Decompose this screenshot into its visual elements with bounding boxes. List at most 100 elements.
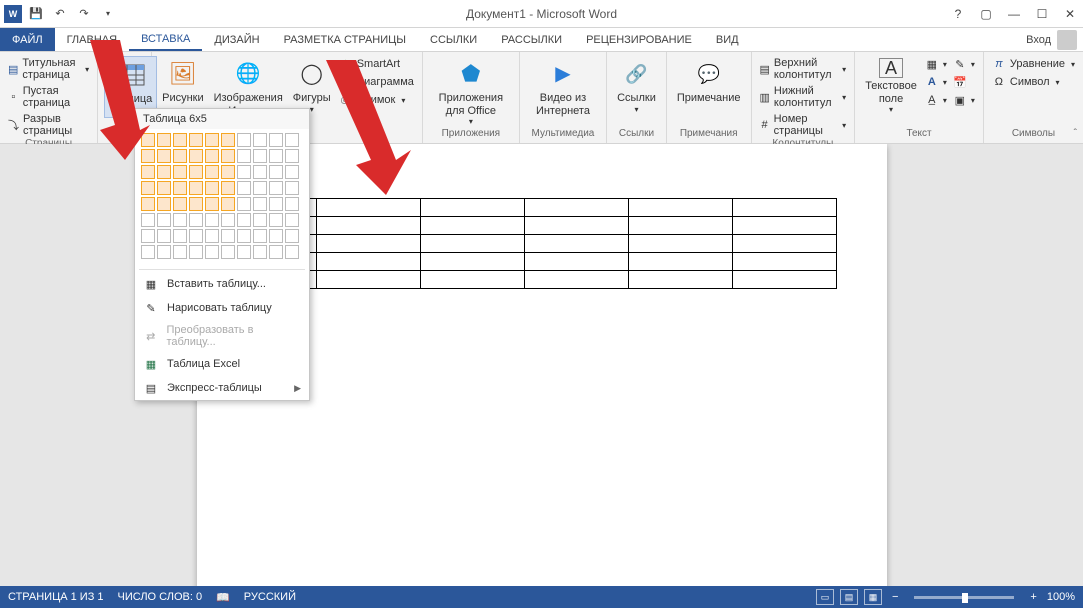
grid-cell[interactable] — [237, 197, 251, 211]
grid-cell[interactable] — [221, 149, 235, 163]
insert-table-item[interactable]: ▦Вставить таблицу... — [135, 272, 309, 296]
grid-cell[interactable] — [141, 133, 155, 147]
grid-cell[interactable] — [157, 197, 171, 211]
grid-cell[interactable] — [189, 133, 203, 147]
grid-cell[interactable] — [269, 181, 283, 195]
grid-cell[interactable] — [157, 213, 171, 227]
screenshot-button[interactable]: ⎙Снимок▾ — [337, 92, 416, 108]
collapse-ribbon-icon[interactable]: ˆ — [1074, 128, 1077, 139]
grid-cell[interactable] — [237, 133, 251, 147]
grid-cell[interactable] — [253, 133, 267, 147]
grid-cell[interactable] — [221, 213, 235, 227]
grid-cell[interactable] — [173, 213, 187, 227]
grid-cell[interactable] — [205, 133, 219, 147]
grid-cell[interactable] — [237, 181, 251, 195]
grid-cell[interactable] — [173, 229, 187, 243]
grid-cell[interactable] — [189, 213, 203, 227]
shapes-button[interactable]: ◯Фигуры▾ — [289, 56, 335, 116]
tab-review[interactable]: РЕЦЕНЗИРОВАНИЕ — [574, 28, 704, 51]
comment-button[interactable]: 💬Примечание — [673, 56, 745, 107]
redo-button[interactable]: ↷ — [74, 4, 94, 24]
grid-cell[interactable] — [253, 165, 267, 179]
zoom-out-button[interactable]: − — [888, 591, 902, 603]
quickparts-button[interactable]: ▦▾ — [923, 56, 949, 72]
zoom-slider[interactable] — [914, 596, 1014, 599]
object-button[interactable]: ▣▾ — [951, 92, 977, 108]
status-spellcheck-icon[interactable]: 📖 — [216, 591, 230, 604]
apps-button[interactable]: ⬟Приложения для Office▾ — [429, 56, 513, 128]
close-button[interactable]: ✕ — [1057, 4, 1083, 24]
save-button[interactable]: 💾 — [26, 4, 46, 24]
excel-table-item[interactable]: ▦Таблица Excel — [135, 352, 309, 376]
grid-cell[interactable] — [141, 149, 155, 163]
grid-cell[interactable] — [189, 245, 203, 259]
symbol-button[interactable]: ΩСимвол▾ — [990, 74, 1077, 90]
tab-view[interactable]: ВИД — [704, 28, 751, 51]
grid-cell[interactable] — [253, 181, 267, 195]
grid-cell[interactable] — [269, 133, 283, 147]
grid-cell[interactable] — [237, 245, 251, 259]
grid-cell[interactable] — [253, 245, 267, 259]
grid-cell[interactable] — [157, 229, 171, 243]
zoom-in-button[interactable]: + — [1026, 591, 1040, 603]
dropcap-button[interactable]: A̲▾ — [923, 92, 949, 108]
grid-cell[interactable] — [205, 213, 219, 227]
grid-cell[interactable] — [253, 197, 267, 211]
draw-table-item[interactable]: ✎Нарисовать таблицу — [135, 296, 309, 320]
grid-cell[interactable] — [285, 181, 299, 195]
grid-cell[interactable] — [189, 181, 203, 195]
grid-cell[interactable] — [173, 133, 187, 147]
grid-cell[interactable] — [189, 149, 203, 163]
grid-cell[interactable] — [285, 165, 299, 179]
grid-cell[interactable] — [141, 165, 155, 179]
grid-cell[interactable] — [141, 197, 155, 211]
grid-cell[interactable] — [237, 213, 251, 227]
datetime-button[interactable]: 📅 — [951, 74, 977, 90]
tab-mailings[interactable]: РАССЫЛКИ — [489, 28, 574, 51]
status-language[interactable]: РУССКИЙ — [244, 591, 296, 603]
pictures-button[interactable]: 🖼Рисунки — [158, 56, 208, 107]
grid-cell[interactable] — [285, 197, 299, 211]
cover-page-button[interactable]: ▤Титульная страница▾ — [6, 56, 91, 82]
chart-button[interactable]: 📊Диаграмма — [337, 74, 416, 90]
tab-home[interactable]: ГЛАВНАЯ — [55, 28, 129, 51]
grid-cell[interactable] — [205, 149, 219, 163]
grid-cell[interactable] — [141, 181, 155, 195]
help-button[interactable]: ? — [945, 4, 971, 24]
ribbon-display-button[interactable]: ▢ — [973, 4, 999, 24]
textbox-button[interactable]: AТекстовое поле▾ — [861, 56, 921, 116]
grid-cell[interactable] — [221, 165, 235, 179]
grid-cell[interactable] — [285, 149, 299, 163]
blank-page-button[interactable]: ▫Пустая страница — [6, 84, 91, 110]
table-size-grid[interactable] — [135, 129, 309, 267]
view-print-layout[interactable]: ▤ — [840, 589, 858, 605]
status-word-count[interactable]: ЧИСЛО СЛОВ: 0 — [118, 591, 203, 603]
grid-cell[interactable] — [221, 245, 235, 259]
grid-cell[interactable] — [157, 133, 171, 147]
grid-cell[interactable] — [269, 149, 283, 163]
tab-file[interactable]: ФАЙЛ — [0, 28, 55, 51]
grid-cell[interactable] — [285, 133, 299, 147]
grid-cell[interactable] — [141, 213, 155, 227]
grid-cell[interactable] — [189, 197, 203, 211]
grid-cell[interactable] — [285, 229, 299, 243]
status-page[interactable]: СТРАНИЦА 1 ИЗ 1 — [8, 591, 104, 603]
grid-cell[interactable] — [253, 149, 267, 163]
grid-cell[interactable] — [269, 165, 283, 179]
grid-cell[interactable] — [253, 213, 267, 227]
grid-cell[interactable] — [269, 213, 283, 227]
tab-page-layout[interactable]: РАЗМЕТКА СТРАНИЦЫ — [272, 28, 418, 51]
grid-cell[interactable] — [221, 229, 235, 243]
online-video-button[interactable]: ▶Видео из Интернета — [526, 56, 600, 119]
grid-cell[interactable] — [157, 149, 171, 163]
equation-button[interactable]: πУравнение▾ — [990, 56, 1077, 72]
header-button[interactable]: ▤Верхний колонтитул▾ — [758, 56, 849, 82]
grid-cell[interactable] — [157, 165, 171, 179]
grid-cell[interactable] — [173, 181, 187, 195]
tab-insert[interactable]: ВСТАВКА — [129, 28, 202, 51]
signature-button[interactable]: ✎▾ — [951, 56, 977, 72]
zoom-value[interactable]: 100% — [1047, 591, 1075, 603]
grid-cell[interactable] — [173, 197, 187, 211]
grid-cell[interactable] — [141, 229, 155, 243]
grid-cell[interactable] — [269, 197, 283, 211]
